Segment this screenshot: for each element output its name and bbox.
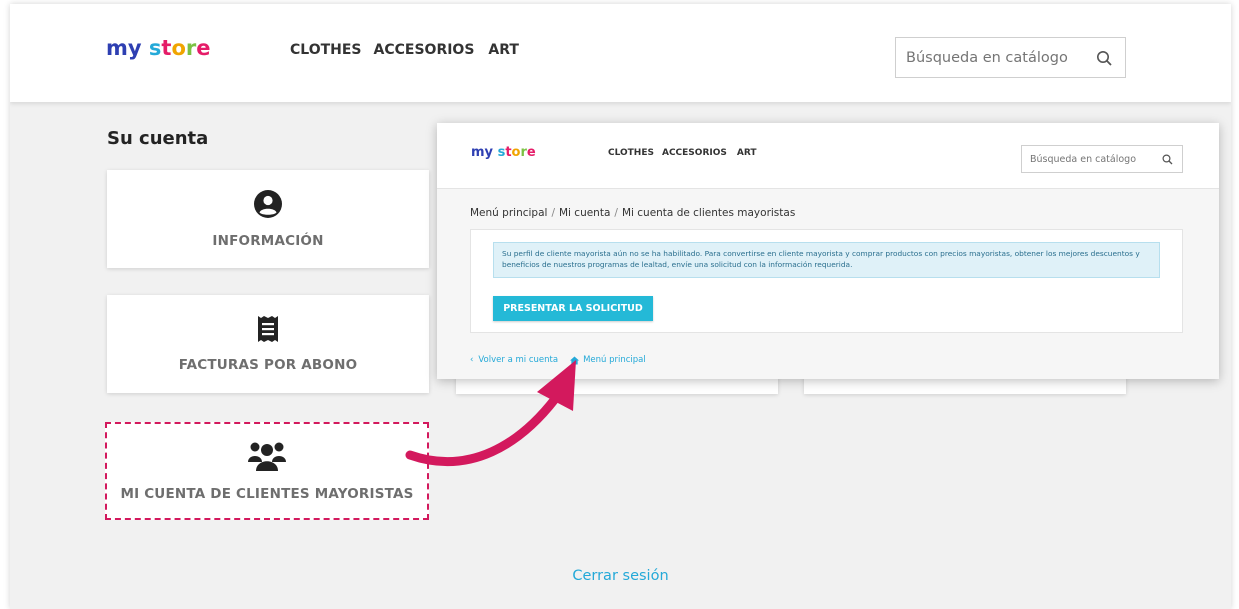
users-group-icon xyxy=(248,442,286,471)
nav-accesorios[interactable]: ACCESORIOS xyxy=(374,42,475,58)
preview-nav: CLOTHES ACCESORIOS ART xyxy=(608,148,757,158)
breadcrumb: Menú principal / Mi cuenta / Mi cuenta de cl… xyxy=(470,207,796,219)
card-label: INFORMACIÓN xyxy=(212,233,324,249)
card-clientes-mayoristas[interactable]: MI CUENTA DE CLIENTES MAYORISTAS xyxy=(105,422,429,520)
site-header: my store CLOTHES ACCESORIOS ART xyxy=(10,4,1231,102)
page-title: Su cuenta xyxy=(107,128,209,149)
home-icon xyxy=(570,355,580,365)
chevron-left-icon: ‹ xyxy=(470,355,474,365)
card-facturas[interactable]: FACTURAS POR ABONO xyxy=(107,295,429,393)
footer-links: ‹ Volver a mi cuenta Menú principal xyxy=(470,355,646,365)
store-logo[interactable]: my store xyxy=(106,36,210,60)
content-box: Su perfil de cliente mayorista aún no se… xyxy=(470,229,1183,333)
preview-nav-clothes[interactable]: CLOTHES xyxy=(608,148,654,158)
preview-search-input[interactable] xyxy=(1030,153,1152,165)
card-informacion[interactable]: INFORMACIÓN xyxy=(107,170,429,268)
breadcrumb-account[interactable]: Mi cuenta xyxy=(559,207,610,219)
search-input[interactable] xyxy=(906,49,1076,66)
logout-link[interactable]: Cerrar sesión xyxy=(10,568,1231,584)
search-box[interactable] xyxy=(895,37,1126,78)
submit-request-button[interactable]: PRESENTAR LA SOLICITUD xyxy=(493,296,653,321)
preview-nav-art[interactable]: ART xyxy=(737,148,757,158)
search-icon[interactable] xyxy=(1162,154,1173,165)
home-link[interactable]: Menú principal xyxy=(583,355,646,365)
user-circle-icon xyxy=(254,190,282,218)
preview-nav-accesorios[interactable]: ACCESORIOS xyxy=(662,148,727,158)
info-alert: Su perfil de cliente mayorista aún no se… xyxy=(493,242,1160,278)
card-label: FACTURAS POR ABONO xyxy=(178,357,358,373)
preview-header: my store CLOTHES ACCESORIOS ART xyxy=(437,123,1219,189)
nav-clothes[interactable]: CLOTHES xyxy=(290,42,362,58)
card-label: MI CUENTA DE CLIENTES MAYORISTAS xyxy=(120,486,414,502)
receipt-icon xyxy=(258,316,278,342)
main-nav: CLOTHES ACCESORIOS ART xyxy=(290,42,519,58)
back-to-account-link[interactable]: Volver a mi cuenta xyxy=(478,355,558,365)
search-icon[interactable] xyxy=(1096,50,1113,67)
breadcrumb-home[interactable]: Menú principal xyxy=(470,207,547,219)
nav-art[interactable]: ART xyxy=(488,42,519,58)
wholesale-page-preview: my store CLOTHES ACCESORIOS ART Menú pri… xyxy=(437,123,1219,379)
preview-search-box[interactable] xyxy=(1021,145,1183,173)
breadcrumb-current: Mi cuenta de clientes mayoristas xyxy=(621,207,796,219)
page-frame: my store CLOTHES ACCESORIOS ART Su cuent… xyxy=(10,4,1231,609)
preview-store-logo[interactable]: my store xyxy=(471,145,536,160)
